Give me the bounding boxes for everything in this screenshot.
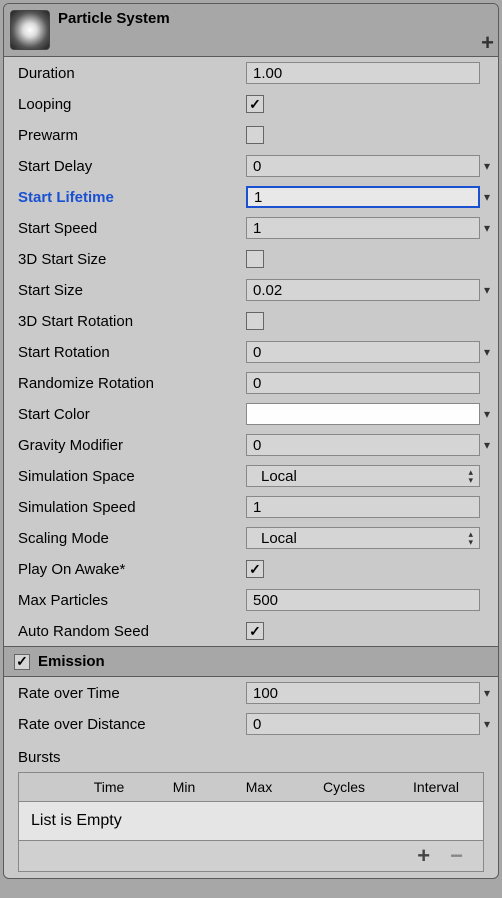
- emission-rows: Rate over Time 100 ▾ Rate over Distance …: [4, 677, 498, 739]
- simulation-space-label: Simulation Space: [18, 468, 246, 485]
- bursts-columns: Time Min Max Cycles Interval: [18, 772, 484, 801]
- scaling-mode-select[interactable]: Local▴▾: [246, 527, 480, 549]
- max-particles-row: Max Particles 500: [4, 585, 498, 615]
- duration-field[interactable]: 1.00: [246, 62, 480, 84]
- simulation-speed-label: Simulation Speed: [18, 499, 246, 516]
- play-on-awake-row: Play On Awake*: [4, 554, 498, 584]
- bursts-label: Bursts: [4, 739, 498, 772]
- bursts-table: Time Min Max Cycles Interval List is Emp…: [18, 772, 484, 872]
- rate-over-time-label: Rate over Time: [18, 685, 246, 702]
- rate-over-distance-field[interactable]: 0: [246, 713, 480, 735]
- rate-over-distance-row: Rate over Distance 0 ▾: [4, 709, 498, 739]
- col-time: Time: [69, 773, 149, 801]
- gravity-modifier-row: Gravity Modifier 0 ▾: [4, 430, 498, 460]
- start-size-3d-row: 3D Start Size: [4, 244, 498, 274]
- scaling-mode-row: Scaling Mode Local▴▾: [4, 523, 498, 553]
- duration-label: Duration: [18, 65, 246, 82]
- component-header[interactable]: Particle System +: [4, 4, 498, 57]
- auto-random-seed-label: Auto Random Seed: [18, 623, 246, 640]
- main-module-rows: Duration 1.00 Looping Prewarm Start Dela…: [4, 57, 498, 646]
- add-component-menu-icon[interactable]: +: [481, 32, 494, 54]
- particle-system-panel: Particle System + Duration 1.00 Looping …: [3, 3, 499, 879]
- start-color-mode-dropdown[interactable]: ▾: [480, 407, 494, 421]
- start-rotation-mode-dropdown[interactable]: ▾: [480, 345, 494, 359]
- randomize-rotation-field[interactable]: 0: [246, 372, 480, 394]
- start-speed-row: Start Speed 1 ▾: [4, 213, 498, 243]
- col-max: Max: [219, 773, 299, 801]
- start-size-label: Start Size: [18, 282, 246, 299]
- play-on-awake-checkbox[interactable]: [246, 560, 264, 578]
- rate-over-time-field[interactable]: 100: [246, 682, 480, 704]
- col-cycles: Cycles: [299, 773, 389, 801]
- bursts-footer: + −: [18, 841, 484, 872]
- start-lifetime-label: Start Lifetime: [18, 189, 246, 206]
- prewarm-checkbox[interactable]: [246, 126, 264, 144]
- start-speed-field[interactable]: 1: [246, 217, 480, 239]
- bursts-add-button[interactable]: +: [417, 845, 430, 867]
- emission-enabled-checkbox[interactable]: [14, 654, 30, 670]
- bursts-remove-button[interactable]: −: [450, 845, 463, 867]
- rate-over-time-row: Rate over Time 100 ▾: [4, 678, 498, 708]
- gravity-modifier-label: Gravity Modifier: [18, 437, 246, 454]
- rate-over-time-mode-dropdown[interactable]: ▾: [480, 686, 494, 700]
- scaling-mode-label: Scaling Mode: [18, 530, 246, 547]
- start-rotation-row: Start Rotation 0 ▾: [4, 337, 498, 367]
- looping-row: Looping: [4, 89, 498, 119]
- bursts-empty: List is Empty: [18, 801, 484, 841]
- start-lifetime-input[interactable]: [254, 189, 472, 206]
- simulation-space-row: Simulation Space Local▴▾: [4, 461, 498, 491]
- auto-random-seed-row: Auto Random Seed: [4, 616, 498, 646]
- col-interval: Interval: [389, 773, 483, 801]
- start-speed-mode-dropdown[interactable]: ▾: [480, 221, 494, 235]
- simulation-space-select[interactable]: Local▴▾: [246, 465, 480, 487]
- rate-over-distance-label: Rate over Distance: [18, 716, 246, 733]
- start-delay-mode-dropdown[interactable]: ▾: [480, 159, 494, 173]
- start-rotation-label: Start Rotation: [18, 344, 246, 361]
- start-lifetime-field[interactable]: [246, 186, 480, 208]
- start-rotation-3d-label: 3D Start Rotation: [18, 313, 246, 330]
- gravity-modifier-field[interactable]: 0: [246, 434, 480, 456]
- col-min: Min: [149, 773, 219, 801]
- simulation-speed-field[interactable]: 1: [246, 496, 480, 518]
- start-size-3d-checkbox[interactable]: [246, 250, 264, 268]
- start-color-label: Start Color: [18, 406, 246, 423]
- start-size-field[interactable]: 0.02: [246, 279, 480, 301]
- particle-system-icon: [10, 10, 50, 50]
- start-speed-label: Start Speed: [18, 220, 246, 237]
- gravity-modifier-mode-dropdown[interactable]: ▾: [480, 438, 494, 452]
- randomize-rotation-label: Randomize Rotation: [18, 375, 246, 392]
- start-rotation-field[interactable]: 0: [246, 341, 480, 363]
- start-delay-label: Start Delay: [18, 158, 246, 175]
- updown-icon: ▴▾: [468, 530, 473, 546]
- start-color-row: Start Color ▾: [4, 399, 498, 429]
- prewarm-label: Prewarm: [18, 127, 246, 144]
- max-particles-field[interactable]: 500: [246, 589, 480, 611]
- play-on-awake-label: Play On Awake*: [18, 561, 246, 578]
- start-color-field[interactable]: [246, 403, 480, 425]
- start-delay-field[interactable]: 0: [246, 155, 480, 177]
- start-size-3d-label: 3D Start Size: [18, 251, 246, 268]
- rate-over-distance-mode-dropdown[interactable]: ▾: [480, 717, 494, 731]
- randomize-rotation-row: Randomize Rotation 0: [4, 368, 498, 398]
- prewarm-row: Prewarm: [4, 120, 498, 150]
- looping-checkbox[interactable]: [246, 95, 264, 113]
- emission-header[interactable]: Emission: [4, 646, 498, 677]
- start-rotation-3d-checkbox[interactable]: [246, 312, 264, 330]
- looping-label: Looping: [18, 96, 246, 113]
- start-lifetime-row: Start Lifetime ▾: [4, 182, 498, 212]
- start-lifetime-mode-dropdown[interactable]: ▾: [480, 190, 494, 204]
- start-rotation-3d-row: 3D Start Rotation: [4, 306, 498, 336]
- duration-row: Duration 1.00: [4, 58, 498, 88]
- max-particles-label: Max Particles: [18, 592, 246, 609]
- updown-icon: ▴▾: [468, 468, 473, 484]
- simulation-speed-row: Simulation Speed 1: [4, 492, 498, 522]
- emission-title: Emission: [38, 653, 105, 670]
- start-size-row: Start Size 0.02 ▾: [4, 275, 498, 305]
- start-delay-row: Start Delay 0 ▾: [4, 151, 498, 181]
- auto-random-seed-checkbox[interactable]: [246, 622, 264, 640]
- component-title: Particle System: [58, 4, 170, 27]
- start-size-mode-dropdown[interactable]: ▾: [480, 283, 494, 297]
